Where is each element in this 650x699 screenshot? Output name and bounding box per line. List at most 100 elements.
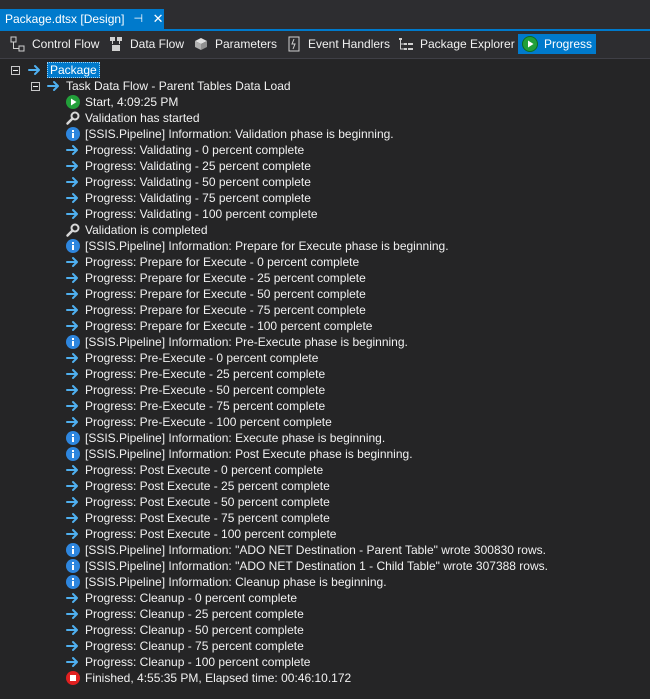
tree-entry[interactable]: Progress: Post Execute - 75 percent comp… — [65, 510, 330, 526]
tree-entry[interactable]: Validation has started — [65, 110, 200, 126]
designer-toolbar: Control Flow Data Flow Parameters Event … — [0, 31, 650, 58]
tree-entry[interactable]: Progress: Cleanup - 75 percent complete — [65, 638, 304, 654]
tree-entry[interactable]: Progress: Post Execute - 100 percent com… — [65, 526, 336, 542]
tree-entry[interactable]: Progress: Prepare for Execute - 25 perce… — [65, 270, 366, 286]
tree-entry[interactable]: Progress: Validating - 100 percent compl… — [65, 206, 318, 222]
tab-progress[interactable]: Progress — [518, 34, 596, 54]
arrow-icon — [66, 657, 78, 667]
tab-parameters-label: Parameters — [215, 37, 278, 51]
tree-entry-text: Progress: Pre-Execute - 75 percent compl… — [85, 399, 326, 413]
document-tab-strip: Package.dtsx [Design] ⊣ ✕ — [0, 0, 650, 30]
tab-event-handlers[interactable]: Event Handlers — [286, 34, 390, 54]
tree-entry-text: Start, 4:09:25 PM — [85, 95, 179, 109]
info-icon — [66, 559, 80, 573]
tree-entry-text: Validation is completed — [85, 223, 208, 237]
tree-entry-text: Progress: Pre-Execute - 100 percent comp… — [85, 415, 332, 429]
info-icon — [66, 543, 80, 557]
tree-entry-text: Progress: Prepare for Execute - 0 percen… — [85, 255, 360, 269]
tree-entry-text: Finished, 4:55:35 PM, Elapsed time: 00:4… — [85, 671, 352, 685]
document-tab[interactable]: Package.dtsx [Design] ⊣ ✕ — [0, 9, 164, 29]
tree-entry[interactable]: [SSIS.Pipeline] Information: Pre-Execute… — [65, 334, 408, 350]
info-icon — [66, 239, 80, 253]
tree-entry[interactable]: Progress: Validating - 75 percent comple… — [65, 190, 311, 206]
info-icon — [66, 335, 80, 349]
tree-entry[interactable]: Progress: Validating - 50 percent comple… — [65, 174, 311, 190]
tree-entry-text: [SSIS.Pipeline] Information: "ADO NET De… — [85, 543, 546, 557]
tree-entry[interactable]: [SSIS.Pipeline] Information: Execute pha… — [65, 430, 385, 446]
tree-entry[interactable]: Progress: Pre-Execute - 50 percent compl… — [65, 382, 325, 398]
tree-entry[interactable]: Progress: Post Execute - 25 percent comp… — [65, 478, 330, 494]
package-collapse-toggle[interactable] — [11, 66, 20, 75]
tab-data-flow[interactable]: Data Flow — [108, 34, 184, 54]
tree-entry[interactable]: Progress: Pre-Execute - 100 percent comp… — [65, 414, 332, 430]
tree-entry[interactable]: Progress: Post Execute - 50 percent comp… — [65, 494, 330, 510]
arrow-icon — [66, 465, 78, 475]
tree-node-task[interactable]: Task Data Flow - Parent Tables Data Load — [46, 78, 291, 94]
tree-entry-text: Progress: Validating - 75 percent comple… — [85, 191, 311, 205]
tree-entry-text: Progress: Pre-Execute - 0 percent comple… — [85, 351, 319, 365]
tree-entry-text: Progress: Cleanup - 25 percent complete — [85, 607, 304, 621]
tab-package-explorer[interactable]: Package Explorer — [398, 34, 515, 54]
tree-entry-text: Progress: Post Execute - 0 percent compl… — [85, 463, 324, 477]
tree-entry[interactable]: Progress: Prepare for Execute - 75 perce… — [65, 302, 366, 318]
tab-event-handlers-label: Event Handlers — [308, 37, 391, 51]
tree-entry[interactable]: Progress: Prepare for Execute - 100 perc… — [65, 318, 372, 334]
tree-entry[interactable]: [SSIS.Pipeline] Information: Validation … — [65, 126, 394, 142]
tree-entry-text: Progress: Pre-Execute - 50 percent compl… — [85, 383, 326, 397]
tree-entry-text: Progress: Prepare for Execute - 100 perc… — [85, 319, 373, 333]
tree-entry-text: Progress: Cleanup - 75 percent complete — [85, 639, 304, 653]
tab-parameters[interactable]: Parameters — [193, 34, 277, 54]
arrow-icon — [66, 417, 78, 427]
tree-entry[interactable]: Progress: Validating - 25 percent comple… — [65, 158, 311, 174]
arrow-icon — [66, 193, 78, 203]
tree-entry-text: Progress: Pre-Execute - 25 percent compl… — [85, 367, 326, 381]
arrow-icon — [66, 625, 78, 635]
tree-entry-text: Progress: Validating - 25 percent comple… — [85, 159, 311, 173]
tree-entry-text: Progress: Post Execute - 75 percent comp… — [85, 511, 330, 525]
tree-entry[interactable]: Start, 4:09:25 PM — [65, 94, 178, 110]
tree-entry[interactable]: Progress: Pre-Execute - 0 percent comple… — [65, 350, 318, 366]
arrow-icon — [66, 369, 78, 379]
arrow-icon — [66, 641, 78, 651]
tree-entry[interactable]: Progress: Cleanup - 50 percent complete — [65, 622, 304, 638]
arrow-icon — [66, 593, 78, 603]
tree-entry[interactable]: Progress: Pre-Execute - 25 percent compl… — [65, 366, 325, 382]
tree-entry[interactable]: Progress: Validating - 0 percent complet… — [65, 142, 304, 158]
arrow-icon — [66, 401, 78, 411]
progress-tree[interactable]: Package Task Data Flow - Parent Tables D… — [0, 61, 650, 699]
tab-control-flow[interactable]: Control Flow — [10, 34, 99, 54]
tree-entry[interactable]: [SSIS.Pipeline] Information: Prepare for… — [65, 238, 449, 254]
tree-entry[interactable]: Progress: Prepare for Execute - 50 perce… — [65, 286, 366, 302]
tree-entry-text: Progress: Post Execute - 50 percent comp… — [85, 495, 330, 509]
toolbar-separator — [0, 58, 650, 59]
tab-control-flow-label: Control Flow — [32, 37, 100, 51]
tree-entry[interactable]: [SSIS.Pipeline] Information: Post Execut… — [65, 446, 413, 462]
close-icon[interactable]: ✕ — [152, 9, 164, 29]
tree-entry[interactable]: Progress: Pre-Execute - 75 percent compl… — [65, 398, 325, 414]
arrow-icon — [66, 161, 78, 171]
tree-entry[interactable]: Progress: Prepare for Execute - 0 percen… — [65, 254, 359, 270]
tree-entry[interactable]: [SSIS.Pipeline] Information: Cleanup pha… — [65, 574, 387, 590]
arrow-icon — [66, 513, 78, 523]
tree-entry[interactable]: [SSIS.Pipeline] Information: "ADO NET De… — [65, 542, 546, 558]
tree-node-package[interactable]: Package — [27, 62, 100, 78]
tree-entry[interactable]: [SSIS.Pipeline] Information: "ADO NET De… — [65, 558, 548, 574]
tree-entry[interactable]: Finished, 4:55:35 PM, Elapsed time: 00:4… — [65, 670, 351, 686]
tree-entry[interactable]: Progress: Cleanup - 100 percent complete — [65, 654, 310, 670]
tree-entry-text: Validation has started — [85, 111, 200, 125]
arrow-icon — [28, 65, 40, 75]
task-collapse-toggle[interactable] — [31, 82, 40, 91]
tree-entry-text: [SSIS.Pipeline] Information: "ADO NET De… — [85, 559, 548, 573]
tree-entry[interactable]: Progress: Cleanup - 0 percent complete — [65, 590, 297, 606]
tree-entry[interactable]: Validation is completed — [65, 222, 208, 238]
document-tab-title: Package.dtsx [Design] — [5, 12, 125, 26]
event-handlers-icon — [286, 36, 302, 52]
pin-icon[interactable]: ⊣ — [132, 9, 144, 29]
info-icon — [66, 575, 80, 589]
magnifier-icon — [66, 111, 80, 125]
tree-entry[interactable]: Progress: Post Execute - 0 percent compl… — [65, 462, 323, 478]
arrow-icon — [66, 385, 78, 395]
arrow-icon — [66, 321, 78, 331]
tree-entry[interactable]: Progress: Cleanup - 25 percent complete — [65, 606, 304, 622]
data-flow-icon — [108, 36, 124, 52]
